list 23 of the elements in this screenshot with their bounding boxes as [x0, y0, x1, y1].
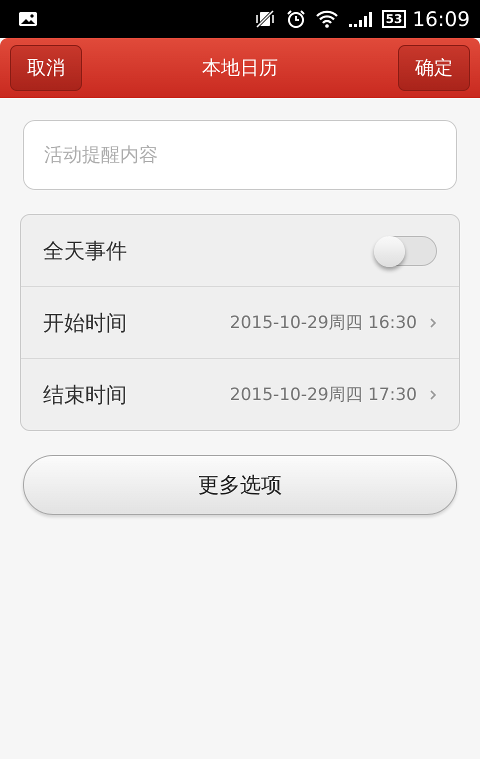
row-label: 开始时间 — [43, 310, 128, 336]
cancel-button[interactable]: 取消 — [10, 45, 82, 91]
chevron-right-icon — [429, 388, 437, 400]
muted-vibration-icon — [254, 10, 276, 28]
row-value: 2015-10-29周四 16:30 — [230, 312, 417, 334]
toggle-row[interactable]: 全天事件 — [21, 215, 459, 286]
battery-level: 53 — [382, 10, 406, 28]
row-label: 全天事件 — [43, 238, 128, 264]
wifi-icon — [316, 10, 338, 28]
image-icon — [18, 11, 38, 27]
row-label: 结束时间 — [43, 382, 128, 408]
input-field[interactable]: 活动提醒内容 — [23, 120, 457, 190]
alarm-icon — [286, 9, 306, 29]
confirm-button[interactable]: 确定 — [398, 45, 470, 91]
toggle-switch[interactable] — [375, 236, 437, 266]
time-row[interactable]: 结束时间 2015-10-29周四 17:30 — [21, 358, 459, 430]
signal-icon — [348, 10, 372, 28]
clock: 16:09 — [412, 7, 470, 31]
row-value: 2015-10-29周四 17:30 — [230, 384, 417, 406]
time-row[interactable]: 开始时间 2015-10-29周四 16:30 — [21, 286, 459, 358]
window-title: 本地日历 — [202, 56, 278, 81]
more-options-button[interactable]: 更多选项 — [23, 455, 457, 515]
chevron-right-icon — [429, 316, 437, 328]
